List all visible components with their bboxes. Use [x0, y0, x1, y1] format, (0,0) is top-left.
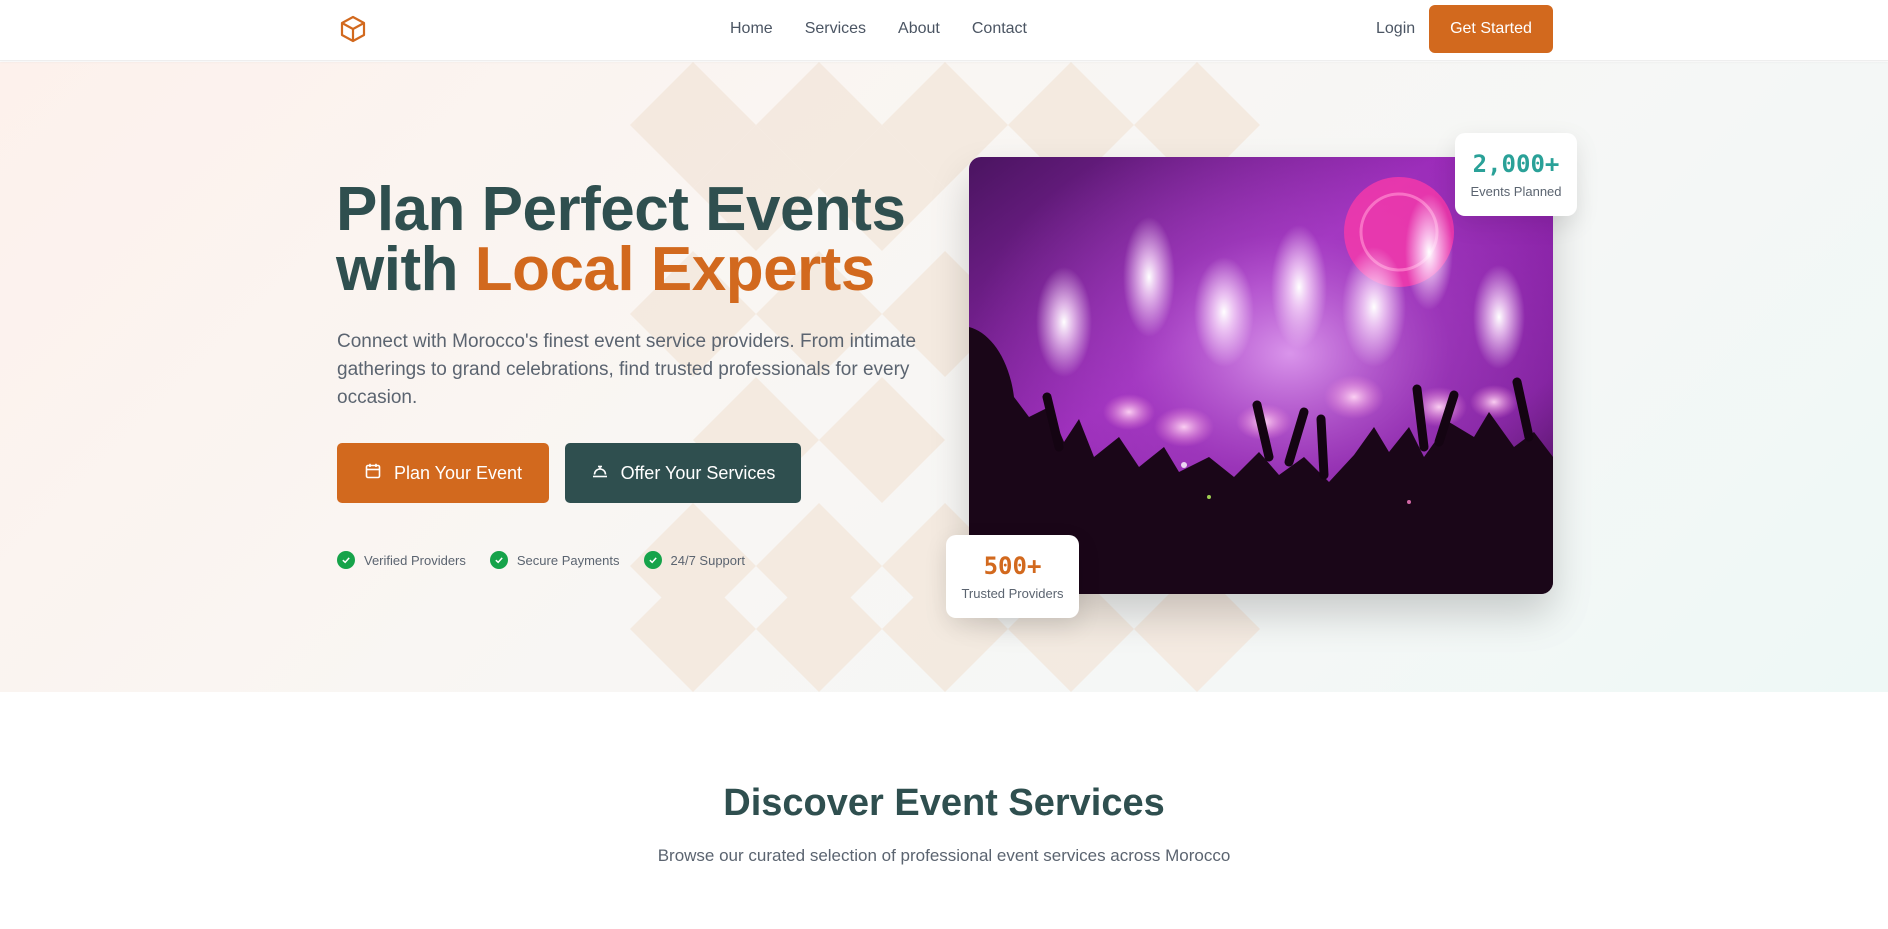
- hero-title-with: with: [336, 235, 475, 304]
- plan-your-event-label: Plan Your Event: [393, 462, 523, 483]
- nav-link-contact[interactable]: Contact: [972, 20, 1027, 38]
- check-circle-icon: [489, 551, 508, 569]
- offer-your-services-label: Offer Your Services: [620, 462, 776, 483]
- concert-fireworks-image: [969, 157, 1553, 594]
- plan-your-event-button[interactable]: Plan Your Event: [337, 443, 549, 503]
- events-planned-label: Events Planned: [1470, 184, 1562, 199]
- trusted-providers-card: 500+ Trusted Providers: [946, 535, 1079, 618]
- feature-verified-providers: Verified Providers: [337, 551, 466, 569]
- hero-title-accent: Local Experts: [474, 235, 876, 304]
- events-planned-card: 2,000+ Events Planned: [1455, 133, 1577, 216]
- nav-link-home[interactable]: Home: [730, 20, 773, 38]
- feature-label: 24/7 Support: [670, 552, 745, 568]
- trusted-providers-value: 500+: [983, 552, 1042, 580]
- nav-link-about[interactable]: About: [898, 20, 940, 38]
- trusted-providers-label: Trusted Providers: [961, 586, 1064, 601]
- service-bell-icon: [591, 462, 609, 485]
- diamond-pattern-background: [630, 62, 1260, 692]
- hero-title: Plan Perfect Events with Local Experts: [336, 179, 976, 301]
- events-planned-value: 2,000+: [1472, 150, 1560, 178]
- nav-links: Home Services About Contact: [730, 20, 1027, 38]
- get-started-button[interactable]: Get Started: [1429, 5, 1553, 53]
- check-circle-icon: [643, 551, 662, 569]
- nav-link-services[interactable]: Services: [805, 20, 866, 38]
- feature-label: Secure Payments: [516, 552, 620, 568]
- cube-icon[interactable]: [338, 14, 368, 44]
- login-link[interactable]: Login: [1376, 20, 1415, 38]
- top-navbar: Home Services About Contact Login Get St…: [0, 0, 1888, 61]
- offer-your-services-button[interactable]: Offer Your Services: [565, 443, 801, 503]
- feature-24-7-support: 24/7 Support: [643, 551, 745, 569]
- hero-image: [969, 157, 1553, 594]
- feature-label: Verified Providers: [364, 552, 466, 568]
- hero-title-line1: Plan Perfect Events: [336, 175, 906, 244]
- hero-description: Connect with Morocco's finest event serv…: [337, 331, 917, 408]
- feature-secure-payments: Secure Payments: [489, 551, 620, 569]
- section-subtitle: Browse our curated selection of professi…: [657, 846, 1231, 865]
- check-circle-icon: [337, 551, 355, 569]
- hero-section: Plan Perfect Events with Local Experts C…: [0, 62, 1888, 692]
- feature-list: Verified Providers Secure Payments 24/7 …: [337, 551, 745, 569]
- section-title: Discover Event Services: [723, 782, 1165, 824]
- calendar-icon: [364, 462, 382, 485]
